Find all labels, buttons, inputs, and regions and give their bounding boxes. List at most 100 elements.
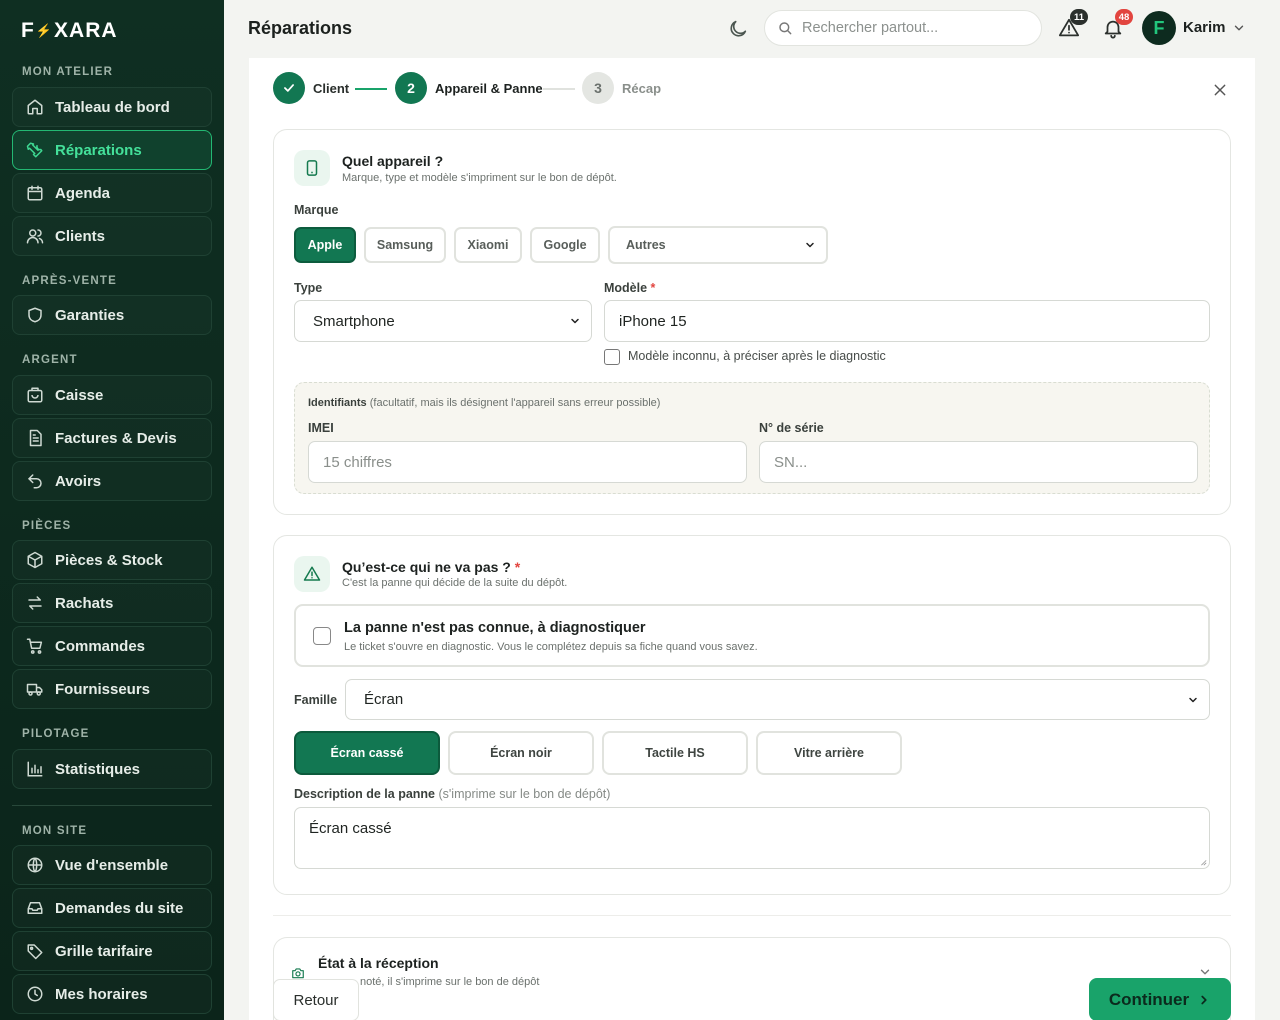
- sidebar-item-fournisseurs[interactable]: Fournisseurs: [12, 669, 212, 709]
- resize-handle-icon[interactable]: [1199, 858, 1207, 866]
- section-title-mon-site: MON SITE: [22, 825, 88, 837]
- model-input[interactable]: iPhone 15: [604, 300, 1210, 342]
- unknown-issue-checkbox[interactable]: [313, 627, 331, 645]
- sidebar-item-overview[interactable]: Vue d'ensemble: [12, 845, 212, 885]
- brand-chip-apple[interactable]: Apple: [294, 227, 356, 263]
- tag-icon: [27, 944, 43, 960]
- brand-chip-xiaomi[interactable]: Xiaomi: [454, 227, 522, 263]
- back-button[interactable]: Retour: [273, 979, 359, 1020]
- sidebar-item-agenda[interactable]: Agenda: [12, 173, 212, 213]
- brand-other-select[interactable]: Autres: [608, 226, 828, 264]
- chevron-down-icon[interactable]: [1232, 21, 1246, 35]
- step-device-current[interactable]: 2: [395, 72, 427, 104]
- sidebar-item-label: Mes horaires: [55, 985, 148, 1003]
- sidebar-item-commandes[interactable]: Commandes: [12, 626, 212, 666]
- wrench-icon: [26, 142, 43, 158]
- serial-input[interactable]: SN...: [759, 441, 1198, 483]
- stepper: Client 2 Appareil & Panne 3 Récap: [273, 72, 693, 106]
- sidebar-item-label: Statistiques: [55, 760, 141, 778]
- unknown-issue-title: La panne n'est pas connue, à diagnostiqu…: [344, 620, 646, 636]
- bolt-icon: ⚡: [35, 23, 54, 38]
- avatar[interactable]: F: [1142, 11, 1176, 45]
- calendar-icon: [27, 185, 43, 201]
- notifications-badge: 48: [1115, 9, 1133, 25]
- cash-register-icon: [27, 387, 43, 403]
- sidebar-item-statistiques[interactable]: Statistiques: [12, 749, 212, 789]
- sidebar-item-dashboard[interactable]: Tableau de bord: [12, 87, 212, 127]
- unknown-model-checkbox[interactable]: [604, 349, 620, 365]
- chevron-down-icon[interactable]: [1198, 965, 1212, 979]
- issue-chip-broken-screen[interactable]: Écran cassé: [294, 731, 440, 775]
- sidebar-item-avoirs[interactable]: Avoirs: [12, 461, 212, 501]
- check-icon: [284, 84, 294, 92]
- document-icon: [29, 429, 42, 447]
- sidebar-item-label: Pièces & Stock: [55, 551, 163, 569]
- issue-chip-back-glass[interactable]: Vitre arrière: [756, 731, 902, 775]
- brand-chip-google[interactable]: Google: [530, 227, 600, 263]
- repair-wizard-panel: Client 2 Appareil & Panne 3 Récap Quel a…: [249, 58, 1255, 1020]
- search-input[interactable]: Rechercher partout...: [764, 10, 1042, 46]
- sidebar-item-label: Fournisseurs: [55, 680, 151, 698]
- section-title-pilotage: PILOTAGE: [22, 728, 90, 740]
- step-label-recap: Récap: [622, 81, 662, 96]
- sidebar-item-stock[interactable]: Pièces & Stock: [12, 540, 212, 580]
- close-icon[interactable]: [1212, 82, 1228, 98]
- undo-icon: [28, 474, 42, 489]
- type-select[interactable]: Smartphone: [294, 300, 592, 342]
- continue-button[interactable]: Continuer: [1089, 978, 1231, 1020]
- chevron-down-icon: [806, 242, 814, 248]
- sidebar-item-label: Réparations: [55, 141, 142, 159]
- sidebar-item-site-requests[interactable]: Demandes du site: [12, 888, 212, 928]
- family-select[interactable]: Écran: [345, 679, 1210, 720]
- shield-icon: [28, 307, 42, 323]
- description-textarea[interactable]: Écran cassé: [294, 807, 1210, 869]
- sidebar-item-garanties[interactable]: Garanties: [12, 295, 212, 335]
- phone-icon: [294, 150, 330, 186]
- sidebar-item-label: Tableau de bord: [55, 98, 170, 116]
- sidebar-item-factures[interactable]: Factures & Devis: [12, 418, 212, 458]
- box-icon: [27, 551, 43, 569]
- sidebar-item-label: Rachats: [55, 594, 114, 612]
- brand-other-value: Autres: [626, 238, 666, 252]
- family-value: Écran: [364, 691, 404, 708]
- brand-chip-samsung[interactable]: Samsung: [364, 227, 446, 263]
- type-label: Type: [294, 281, 323, 295]
- step-label-client: Client: [313, 81, 350, 96]
- section-title-pieces: PIÈCES: [22, 520, 72, 532]
- device-card: Quel appareil ? Marque, type et modèle s…: [273, 129, 1231, 515]
- issue-subtitle: C'est la panne qui décide de la suite du…: [342, 577, 568, 589]
- sidebar-item-pricing[interactable]: Grille tarifaire: [12, 931, 212, 971]
- issue-title: Qu’est-ce qui ne va pas ? *: [342, 559, 521, 575]
- sidebar-item-clients[interactable]: Clients: [12, 216, 212, 256]
- sidebar-item-label: Agenda: [55, 184, 111, 202]
- step-connector: [355, 88, 387, 90]
- top-header: Réparations Rechercher partout... 11 48 …: [224, 0, 1280, 58]
- sidebar-item-label: Commandes: [55, 637, 146, 655]
- issue-chip-touch-fail[interactable]: Tactile HS: [602, 731, 748, 775]
- sidebar-item-label: Demandes du site: [55, 899, 184, 917]
- description-label: Description de la panne (s'imprime sur l…: [294, 787, 611, 801]
- moon-icon[interactable]: [727, 18, 749, 40]
- sidebar-item-caisse[interactable]: Caisse: [12, 375, 212, 415]
- chevron-down-icon: [571, 318, 579, 324]
- sidebar-item-label: Grille tarifaire: [55, 942, 153, 960]
- truck-icon: [26, 683, 43, 696]
- reception-subtitle: noté, il s'imprime sur le bon de dépôt: [360, 976, 540, 988]
- imei-input[interactable]: 15 chiffres: [308, 441, 747, 483]
- user-name[interactable]: Karim: [1183, 19, 1226, 36]
- sidebar: F ⚡ XARA MON ATELIER Tableau de bord Répar…: [0, 0, 224, 1020]
- sidebar-item-rachats[interactable]: Rachats: [12, 583, 212, 623]
- chevron-right-icon: [1201, 995, 1207, 1004]
- app-logo[interactable]: F ⚡ XARA: [21, 19, 118, 43]
- type-value: Smartphone: [313, 312, 395, 330]
- clock-icon: [27, 986, 43, 1002]
- step-recap-upcoming[interactable]: 3: [582, 72, 614, 104]
- sidebar-item-label: Avoirs: [55, 472, 102, 490]
- step-client-done[interactable]: [273, 72, 305, 104]
- step-label-device: Appareil & Panne: [435, 81, 543, 96]
- sidebar-item-hours[interactable]: Mes horaires: [12, 974, 212, 1014]
- unknown-issue-option[interactable]: La panne n'est pas connue, à diagnostiqu…: [294, 604, 1210, 667]
- sidebar-item-repairs[interactable]: Réparations: [12, 130, 212, 170]
- issue-chip-black-screen[interactable]: Écran noir: [448, 731, 594, 775]
- reception-card[interactable]: État à la réception noté, il s'imprime s…: [273, 937, 1231, 1020]
